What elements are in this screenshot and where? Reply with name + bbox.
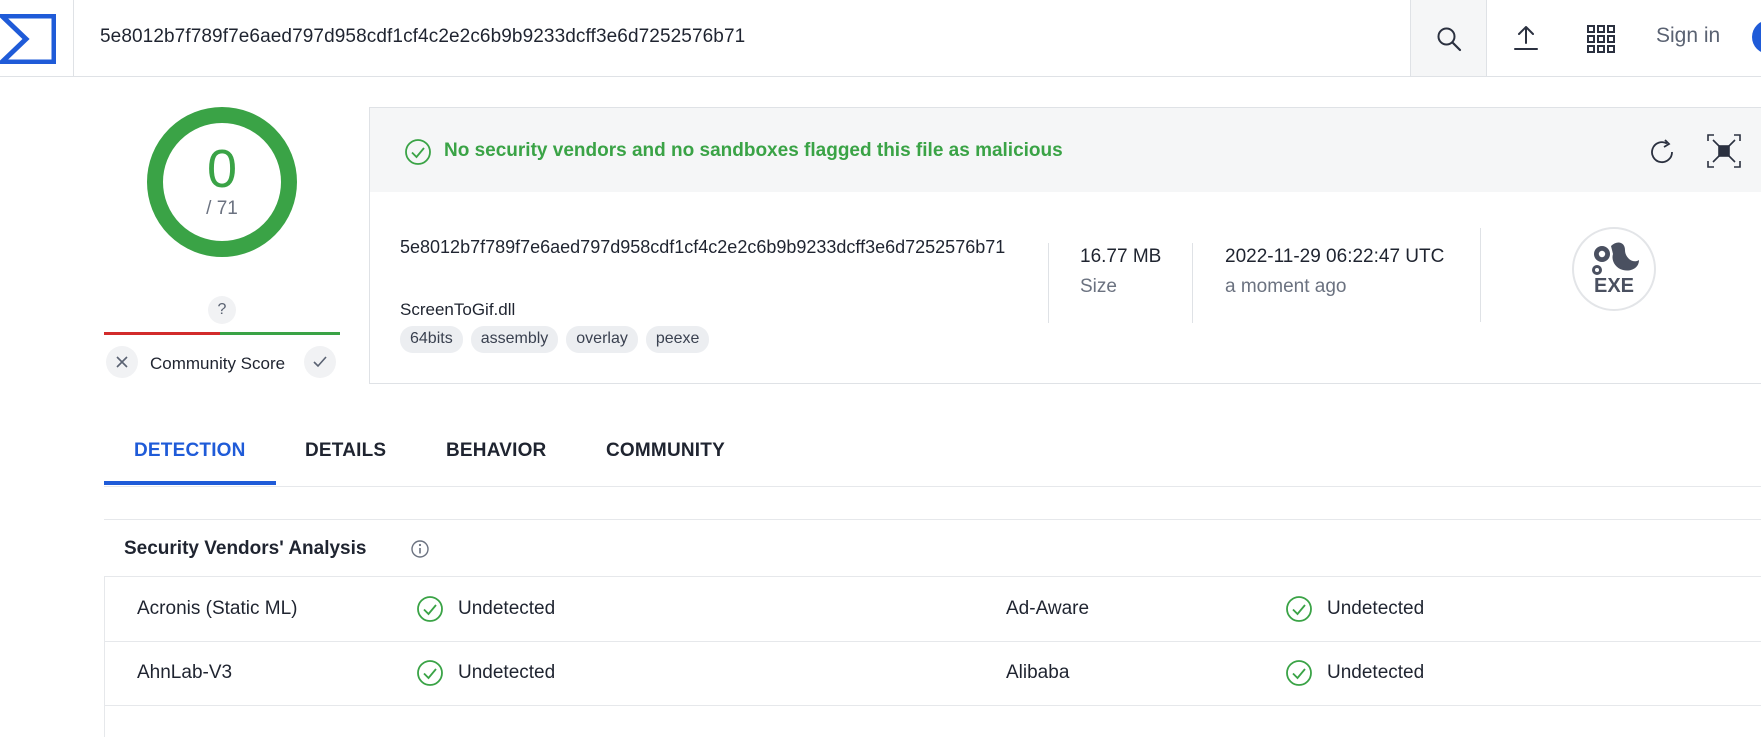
check-circle-icon bbox=[405, 139, 431, 165]
community-bar-malicious bbox=[104, 332, 220, 335]
tag-peexe[interactable]: peexe bbox=[645, 326, 710, 353]
vendor-name: AhnLab-V3 bbox=[137, 662, 233, 683]
file-hash[interactable]: 5e8012b7f789f7e6aed797d958cdf1cf4c2e2c6b… bbox=[400, 232, 1020, 262]
tab-detection[interactable]: DETECTION bbox=[134, 440, 246, 462]
sign-in-link[interactable]: Sign in bbox=[1656, 24, 1720, 48]
vendors-section-title: Security Vendors' Analysis bbox=[124, 538, 367, 559]
check-circle-icon bbox=[417, 660, 443, 686]
similar-files-icon[interactable] bbox=[1706, 133, 1742, 169]
file-tags: 64bits assembly overlay peexe bbox=[400, 326, 710, 353]
search-input[interactable]: 5e8012b7f789f7e6aed797d958cdf1cf4c2e2c6b… bbox=[100, 26, 745, 48]
table-row: Acronis (Static ML) Undetected Ad-Aware … bbox=[105, 577, 1761, 642]
tag-64bits[interactable]: 64bits bbox=[400, 326, 463, 353]
tab-details[interactable]: DETAILS bbox=[305, 440, 386, 462]
vote-harmless-button[interactable] bbox=[304, 346, 336, 378]
exe-file-type-icon: EXE bbox=[1572, 227, 1656, 311]
verdict-banner: No security vendors and no sandboxes fla… bbox=[370, 108, 1761, 192]
last-analysis-date: 2022-11-29 06:22:47 UTC bbox=[1225, 246, 1445, 267]
last-analysis-relative: a moment ago bbox=[1225, 276, 1347, 297]
community-bar-harmless bbox=[220, 332, 340, 335]
check-circle-icon bbox=[417, 596, 443, 622]
reanalyze-icon[interactable] bbox=[1647, 136, 1679, 168]
tab-behavior[interactable]: BEHAVIOR bbox=[446, 440, 546, 462]
search-icon bbox=[1437, 27, 1462, 52]
vendor-name: Ad-Aware bbox=[1006, 598, 1090, 619]
vote-malicious-button[interactable] bbox=[106, 346, 138, 378]
vendor-result: Undetected bbox=[1327, 662, 1425, 683]
logo-home-link[interactable] bbox=[0, 0, 74, 76]
engine-total: / 71 bbox=[206, 198, 238, 219]
file-name: ScreenToGif.dll bbox=[400, 300, 516, 319]
check-circle-icon bbox=[1286, 660, 1312, 686]
vendor-results-table: Acronis (Static ML) Undetected Ad-Aware … bbox=[104, 576, 1761, 737]
verdict-text: No security vendors and no sandboxes fla… bbox=[444, 140, 1063, 161]
table-row: AhnLab-V3 Undetected Alibaba Undetected bbox=[105, 641, 1761, 706]
file-size-label: Size bbox=[1080, 276, 1117, 297]
vendor-result: Undetected bbox=[458, 662, 556, 683]
tag-overlay[interactable]: overlay bbox=[566, 326, 638, 353]
info-icon[interactable] bbox=[410, 539, 430, 559]
divider bbox=[1480, 228, 1481, 322]
divider bbox=[1192, 243, 1193, 323]
virustotal-logo-icon bbox=[0, 14, 56, 64]
community-score-bar bbox=[104, 332, 340, 335]
close-icon bbox=[116, 356, 128, 368]
detection-count: 0 bbox=[206, 139, 238, 199]
file-summary-card: No security vendors and no sandboxes fla… bbox=[369, 107, 1761, 384]
file-size-value: 16.77 MB bbox=[1080, 246, 1162, 267]
section-divider bbox=[104, 519, 1761, 520]
active-tab-indicator bbox=[104, 481, 276, 485]
check-icon bbox=[313, 356, 327, 368]
upload-icon[interactable] bbox=[1512, 24, 1540, 52]
community-score-label: Community Score bbox=[150, 354, 286, 373]
tab-community[interactable]: COMMUNITY bbox=[606, 440, 725, 462]
vendor-result: Undetected bbox=[1327, 598, 1425, 619]
top-bar: 5e8012b7f789f7e6aed797d958cdf1cf4c2e2c6b… bbox=[0, 0, 1761, 77]
check-circle-icon bbox=[1286, 596, 1312, 622]
sign-up-button[interactable] bbox=[1752, 20, 1761, 54]
vendor-result: Undetected bbox=[458, 598, 556, 619]
vendor-name: Acronis (Static ML) bbox=[137, 598, 298, 619]
community-score-value: ? bbox=[208, 296, 236, 324]
apps-grid-icon[interactable] bbox=[1586, 24, 1616, 54]
search-button[interactable] bbox=[1410, 0, 1487, 76]
vendor-name: Alibaba bbox=[1006, 662, 1070, 683]
report-tabs: DETECTION DETAILS BEHAVIOR COMMUNITY bbox=[104, 430, 1761, 487]
tag-assembly[interactable]: assembly bbox=[470, 326, 559, 353]
divider bbox=[1048, 243, 1049, 323]
exe-icon-label: EXE bbox=[1594, 275, 1634, 297]
